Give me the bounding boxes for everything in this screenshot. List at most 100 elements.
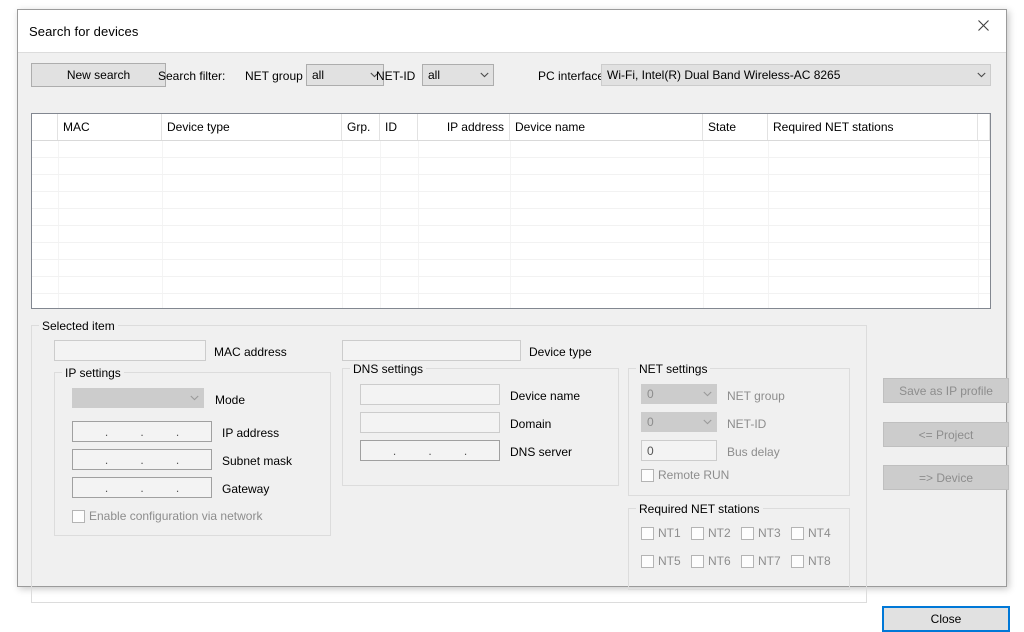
cell-divider [162,277,163,293]
table-column-header-device-name[interactable]: Device name [510,114,703,140]
new-search-button[interactable]: New search [31,63,166,87]
remote-run-checkbox[interactable]: Remote RUN [641,468,729,482]
cell-divider [380,260,381,276]
nt-checkbox-nt6[interactable]: NT6 [691,554,731,568]
dns-server-input[interactable]: . . . [360,440,500,461]
cell-divider [380,277,381,293]
ip-address-label: IP address [222,426,280,440]
cell-divider [978,209,979,225]
table-column-header-mac[interactable]: MAC [58,114,162,140]
close-button-label: Close [930,612,962,626]
dns-dot-3: . [463,443,468,458]
cell-divider [342,158,343,174]
cell-divider [978,158,979,174]
table-row[interactable] [32,260,990,277]
to-project-button[interactable]: <= Project [883,422,1009,447]
table-row[interactable] [32,226,990,243]
cell-divider [418,209,419,225]
gateway-dot-1: . [104,480,109,495]
nt-checkbox-nt3[interactable]: NT3 [741,526,781,540]
checkbox-box [741,526,754,540]
cell-divider [58,277,59,293]
dns-device-name-input[interactable] [360,384,500,405]
nt-checkbox-nt2[interactable]: NT2 [691,526,731,540]
net-settings-group: NET settings 0 NET group 0 NET-ID 0 Bus … [628,362,850,496]
cell-divider [162,226,163,242]
mac-address-input[interactable] [54,340,206,361]
net-group-select[interactable]: 0 [641,384,717,404]
net-settings-group-title: NET settings [636,362,711,376]
net-group-filter-select[interactable]: all [306,64,384,86]
ip-address-input[interactable]: . . . [72,421,212,442]
cell-divider [162,209,163,225]
nt-checkbox-label: NT8 [808,554,831,568]
checkbox-box [691,526,704,540]
table-row[interactable] [32,243,990,260]
to-device-button[interactable]: => Device [883,465,1009,490]
device-type-input[interactable] [342,340,521,361]
save-as-ip-profile-button[interactable]: Save as IP profile [883,378,1009,403]
enable-config-via-network-checkbox[interactable]: Enable configuration via network [72,509,262,523]
nt-checkbox-nt8[interactable]: NT8 [791,554,831,568]
dns-domain-label: Domain [510,417,552,431]
close-window-icon[interactable] [961,10,1006,40]
table-row[interactable] [32,158,990,175]
device-list-table[interactable]: MAC Device type Grp. ID IP address Device nam… [31,113,991,309]
net-id-select[interactable]: 0 [641,412,717,432]
bus-delay-input[interactable]: 0 [641,440,717,461]
net-group-label: NET group [727,389,785,403]
cell-divider [978,226,979,242]
dns-domain-input[interactable] [360,412,500,433]
cell-divider [768,175,769,191]
chevron-down-icon [699,419,716,425]
ip-mode-select[interactable] [72,388,204,408]
nt-checkbox-nt7[interactable]: NT7 [741,554,781,568]
nt-checkbox-nt5[interactable]: NT5 [641,554,681,568]
cell-divider [342,141,343,157]
gateway-label: Gateway [222,482,270,496]
table-column-header-blank-0[interactable] [32,114,58,140]
table-column-header-required-net-stations[interactable]: Required NET stations [768,114,978,140]
net-group-filter-value: all [312,68,325,82]
nt-checkbox-nt4[interactable]: NT4 [791,526,831,540]
table-column-header-blank-9[interactable] [978,114,990,140]
cell-divider [162,175,163,191]
table-row[interactable] [32,192,990,209]
cell-divider [342,209,343,225]
table-column-header-grp[interactable]: Grp. [342,114,380,140]
net-id-filter-select[interactable]: all [422,64,494,86]
cell-divider [510,158,511,174]
table-row[interactable] [32,294,990,308]
ip-settings-group: IP settings Mode . . . IP address . . . … [54,366,331,536]
table-row[interactable] [32,141,990,158]
nt-checkbox-label: NT3 [758,526,781,540]
table-row[interactable] [32,209,990,226]
gateway-input[interactable]: . . . [72,477,212,498]
subnet-mask-input[interactable]: . . . [72,449,212,470]
cell-divider [978,294,979,308]
table-row[interactable] [32,175,990,192]
cell-divider [510,277,511,293]
table-column-header-device-type[interactable]: Device type [162,114,342,140]
nt-checkbox-label: NT4 [808,526,831,540]
pc-interface-value: Wi-Fi, Intel(R) Dual Band Wireless-AC 82… [607,68,841,82]
bus-delay-value: 0 [647,443,654,458]
close-x-icon [978,19,989,31]
cell-divider [418,192,419,208]
table-column-header-state[interactable]: State [703,114,768,140]
title-bar: Search for devices [18,10,1006,52]
pc-interface-select[interactable]: Wi-Fi, Intel(R) Dual Band Wireless-AC 82… [601,64,991,86]
cell-divider [510,209,511,225]
table-row[interactable] [32,277,990,294]
close-button[interactable]: Close [882,606,1010,632]
subnet-mask-label: Subnet mask [222,454,293,468]
search-filter-label: Search filter: [158,69,226,83]
cell-divider [703,226,704,242]
nt-checkbox-nt1[interactable]: NT1 [641,526,681,540]
table-column-header-ip-address[interactable]: IP address [418,114,510,140]
subnet-dot-3: . [175,452,180,467]
cell-divider [58,192,59,208]
to-device-label: => Device [918,470,974,485]
cell-divider [703,175,704,191]
table-column-header-id[interactable]: ID [380,114,418,140]
